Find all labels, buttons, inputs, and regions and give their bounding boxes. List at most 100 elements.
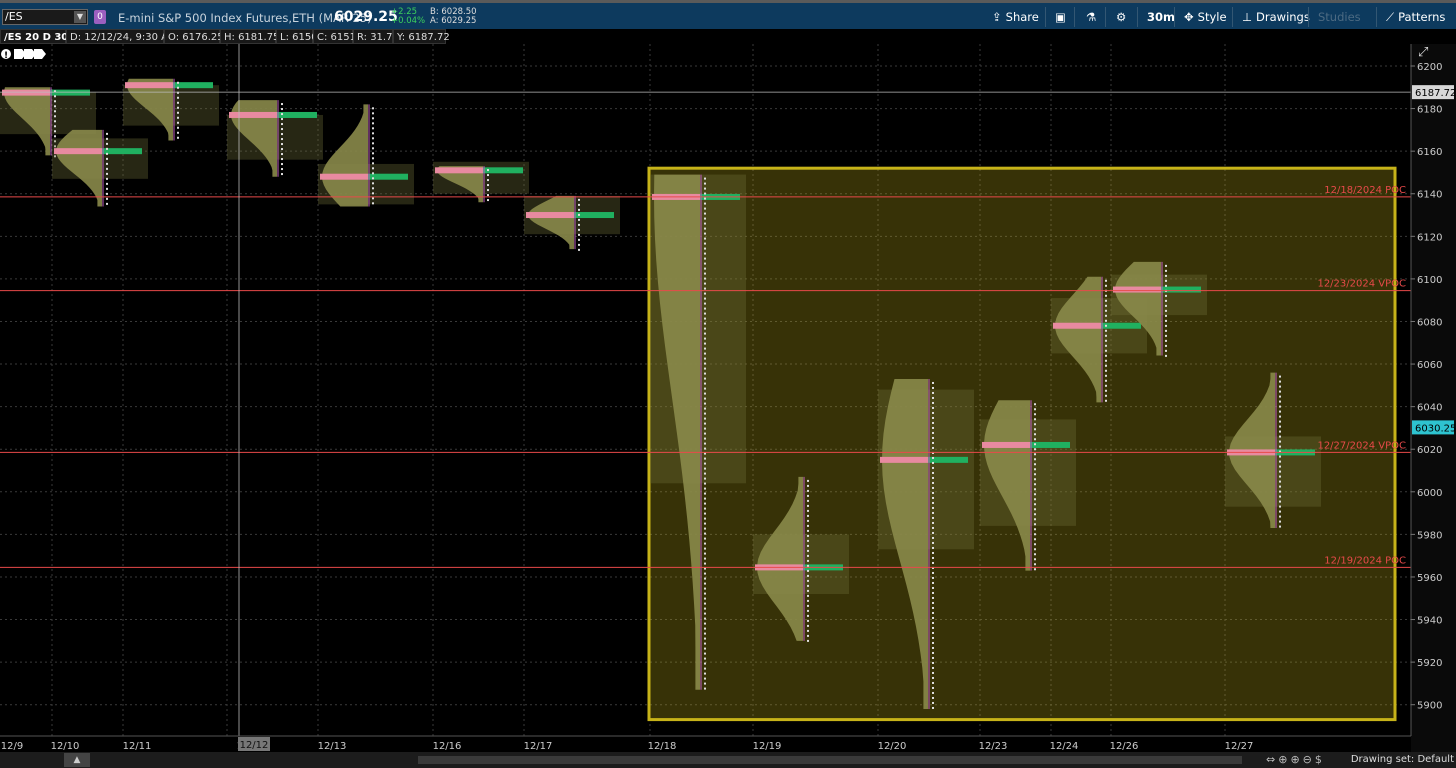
tpo-dot (372, 112, 374, 115)
tpo-dot (1105, 284, 1107, 287)
tpo-dot (704, 367, 706, 370)
tpo-dot (807, 619, 809, 622)
poc-label-0: 12/18/2024 POC (1324, 185, 1406, 196)
tpo-dot (372, 202, 374, 205)
tpo-dot (704, 637, 706, 640)
tpo-dot (1279, 480, 1281, 483)
tpo-dot (932, 516, 934, 519)
horizontal-scrollbar[interactable] (418, 756, 1242, 764)
tpo-dot (1034, 503, 1036, 506)
tpo-dot (1105, 354, 1107, 357)
bottom-tools: ⇔⊕⊕⊖$ (1266, 753, 1325, 766)
alert-controls[interactable]: ! (1, 49, 46, 61)
tpo-dot (704, 277, 706, 280)
tpo-dot (932, 536, 934, 539)
tpo-dot (106, 137, 108, 140)
tpo-dot (1034, 483, 1036, 486)
style-button[interactable]: ✥ Style (1184, 10, 1227, 24)
tpo-dot (704, 497, 706, 500)
drawings-button[interactable]: ⊥ Drawings (1242, 10, 1310, 24)
chart-area[interactable]: 12/18/2024 POC 12/23/2024 VPOC 12/27/2024 … (0, 44, 1456, 752)
tpo-dot (281, 108, 283, 111)
tpo-dot (372, 192, 374, 195)
tpo-dot (1279, 505, 1281, 508)
zoom-in-icon[interactable]: ⊕ (1290, 753, 1302, 766)
tpo-dot (932, 641, 934, 644)
zoom-out-icon[interactable]: ⊖ (1303, 753, 1315, 766)
tpo-dot (1034, 468, 1036, 471)
tpo-dot (807, 599, 809, 602)
tpo-dot (932, 471, 934, 474)
tpo-dot (1165, 284, 1167, 287)
chevron-down-icon[interactable]: ▼ (74, 11, 86, 23)
symbol-input[interactable]: /ES ▼ (2, 9, 88, 25)
series-label: /ES 20 D 30m (0, 29, 79, 44)
tpo-dot (1034, 473, 1036, 476)
tpo-dot (704, 587, 706, 590)
tpo-dot (106, 132, 108, 135)
tpo-dot (372, 107, 374, 110)
timeframe-button[interactable]: 30m (1147, 10, 1175, 24)
tpo-dot (1279, 520, 1281, 523)
profile-poc-bar (320, 173, 368, 180)
tpo-dot (1165, 349, 1167, 352)
tpo-dot (281, 158, 283, 161)
tpo-dot (807, 559, 809, 562)
profile-poc-bar (982, 441, 1030, 448)
tpo-dot (1105, 304, 1107, 307)
tpo-dot (704, 382, 706, 385)
settings-button[interactable]: ⚙ (1116, 10, 1130, 24)
tpo-dot (1105, 344, 1107, 347)
patterns-button[interactable]: ⟋ Patterns (1386, 10, 1445, 25)
link-badge[interactable]: 0 (94, 10, 106, 24)
dollar-icon[interactable]: $ (1315, 753, 1325, 766)
studies-button[interactable]: Studies (1318, 10, 1361, 24)
time-tick-label: 12/13 (318, 741, 347, 752)
tpo-dot (932, 446, 934, 449)
profile-histogram (322, 104, 368, 207)
ask-value: A: 6029.25 (430, 16, 477, 26)
tpo-dot (281, 148, 283, 151)
monitor-button[interactable]: ▣ (1055, 10, 1070, 24)
share-button[interactable]: ⇪ Share (992, 10, 1039, 24)
tpo-dot (932, 701, 934, 704)
drawing-set-label[interactable]: Drawing set: Default (1351, 754, 1454, 765)
tpo-dot (372, 157, 374, 160)
tpo-dot (177, 136, 179, 139)
style-label: Style (1197, 10, 1227, 24)
tpo-dot (807, 504, 809, 507)
tpo-dot (177, 81, 179, 84)
tpo-dot (1279, 440, 1281, 443)
flask-button[interactable]: ⚗ (1086, 10, 1100, 24)
crosshair-icon[interactable]: ⊕ (1278, 753, 1290, 766)
profile-poc-bar (229, 111, 277, 118)
tpo-dot (932, 601, 934, 604)
tpo-dot (1105, 324, 1107, 327)
tpo-dot (932, 596, 934, 599)
time-axis[interactable]: 12/9 12/10 12/11 12/12 12/13 12/16 12/17 12/18 1… (0, 735, 1411, 752)
tpo-dot (281, 143, 283, 146)
tpo-dot (372, 142, 374, 145)
drawings-icon: ⊥ (1242, 10, 1253, 24)
tpo-dot (1279, 515, 1281, 518)
tpo-dot (704, 682, 706, 685)
tpo-dot (932, 476, 934, 479)
tpo-dot (1105, 339, 1107, 342)
price-axis[interactable]: 6200 6180 6160 6140 6120 6100 6080 6060 6040 6020… (1410, 44, 1456, 752)
tpo-dot (807, 639, 809, 642)
tpo-dot (106, 157, 108, 160)
info-high: H: 6181.75 (220, 29, 279, 44)
arrows-icon[interactable]: ⇔ (1266, 753, 1278, 766)
style-icon: ✥ (1184, 10, 1194, 24)
tpo-dot (704, 182, 706, 185)
tpo-dot (1165, 274, 1167, 277)
tpo-dot (1105, 374, 1107, 377)
tpo-dot (281, 128, 283, 131)
tpo-dot (807, 634, 809, 637)
expand-tray-icon[interactable]: ▲ (64, 753, 90, 767)
tpo-dot (704, 462, 706, 465)
tpo-dot (54, 100, 56, 103)
tpo-dot (704, 502, 706, 505)
tpo-dot (932, 521, 934, 524)
tpo-dot (1105, 359, 1107, 362)
